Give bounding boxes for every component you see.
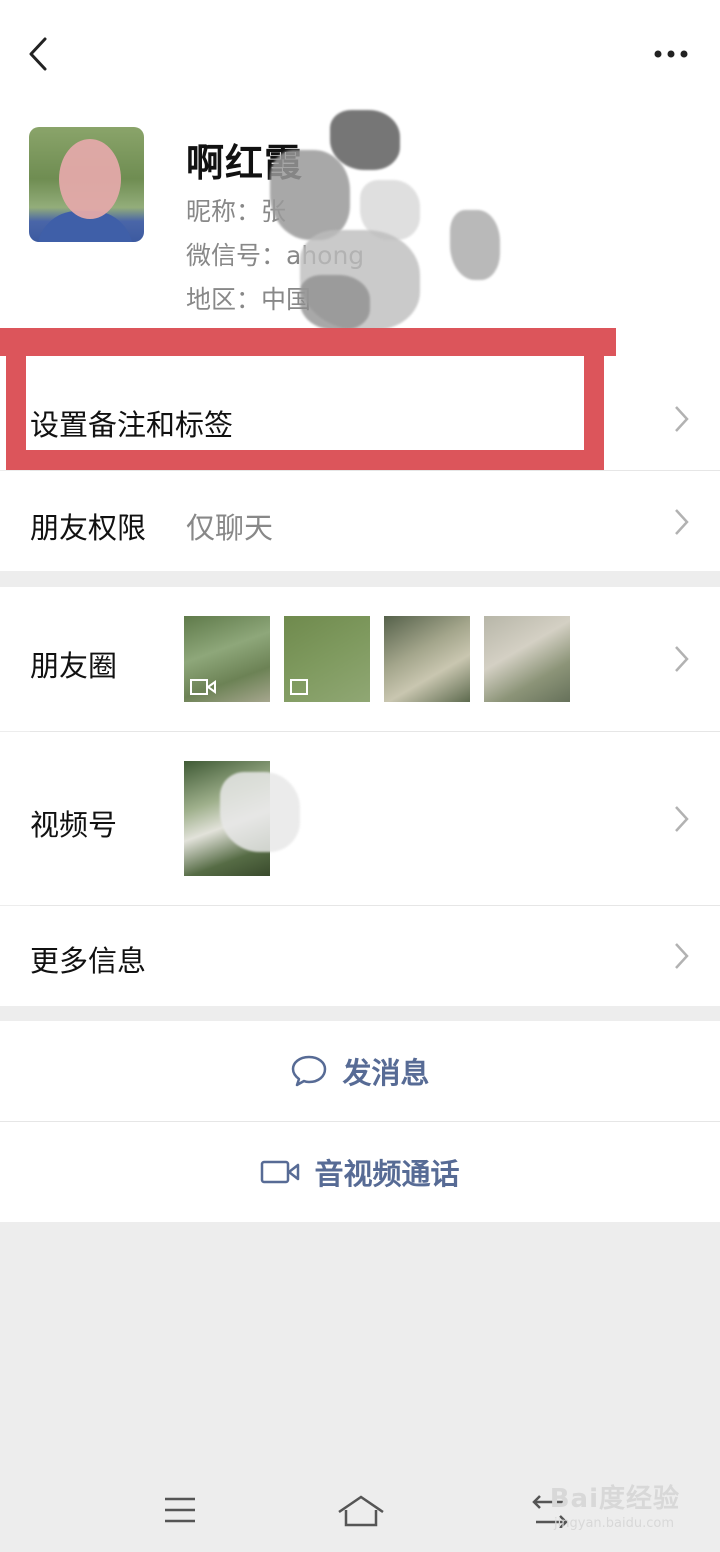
privacy-mosaic <box>270 150 350 240</box>
watermark-logo: Bai度经验 <box>549 1484 680 1514</box>
privacy-mosaic <box>450 210 500 280</box>
video-call-label: 音视频通话 <box>314 1157 460 1191</box>
moments-row[interactable]: 朋友圈 <box>0 587 720 731</box>
video-call-button[interactable]: 音视频通话 <box>0 1122 720 1222</box>
moments-thumbnail[interactable] <box>484 616 570 702</box>
watermark-url: jingyan.baidu.com <box>554 1516 674 1531</box>
more-dots-icon <box>654 50 688 58</box>
friend-permission-row[interactable]: 朋友权限 仅聊天 <box>0 471 720 571</box>
channels-row[interactable]: 视频号 <box>0 732 720 905</box>
privacy-mosaic <box>330 110 400 170</box>
channels-label: 视频号 <box>30 808 118 842</box>
back-button[interactable] <box>18 32 58 76</box>
chevron-right-icon <box>675 406 689 432</box>
moments-thumbnail[interactable] <box>184 616 270 702</box>
video-icon <box>190 679 216 695</box>
annotation-highlight-box <box>6 336 604 470</box>
send-message-label: 发消息 <box>342 1056 430 1090</box>
chevron-right-icon <box>675 943 689 969</box>
privacy-mosaic <box>300 275 370 330</box>
video-camera-icon <box>261 1160 300 1184</box>
send-message-button[interactable]: 发消息 <box>0 1021 720 1121</box>
chevron-right-icon <box>675 509 689 535</box>
avatar[interactable] <box>29 127 144 242</box>
chat-bubble-icon <box>292 1055 327 1087</box>
chevron-right-icon <box>675 646 689 672</box>
moments-thumbnail[interactable] <box>384 616 470 702</box>
privacy-mosaic <box>220 772 300 852</box>
more-info-row[interactable]: 更多信息 <box>0 906 720 1006</box>
friend-permission-label: 朋友权限 <box>30 511 147 545</box>
top-bar <box>0 0 720 110</box>
moments-label: 朋友圈 <box>30 649 118 683</box>
image-icon <box>290 679 308 695</box>
friend-permission-value: 仅聊天 <box>186 511 274 545</box>
chevron-left-icon <box>29 37 47 71</box>
chevron-right-icon <box>675 806 689 832</box>
moments-thumbnail[interactable] <box>284 616 370 702</box>
region-text: 地区：中国 <box>186 285 312 314</box>
more-info-label: 更多信息 <box>30 944 147 978</box>
menu-icon[interactable] <box>163 1496 197 1524</box>
more-options-button[interactable] <box>646 36 696 72</box>
home-icon[interactable] <box>336 1494 386 1528</box>
